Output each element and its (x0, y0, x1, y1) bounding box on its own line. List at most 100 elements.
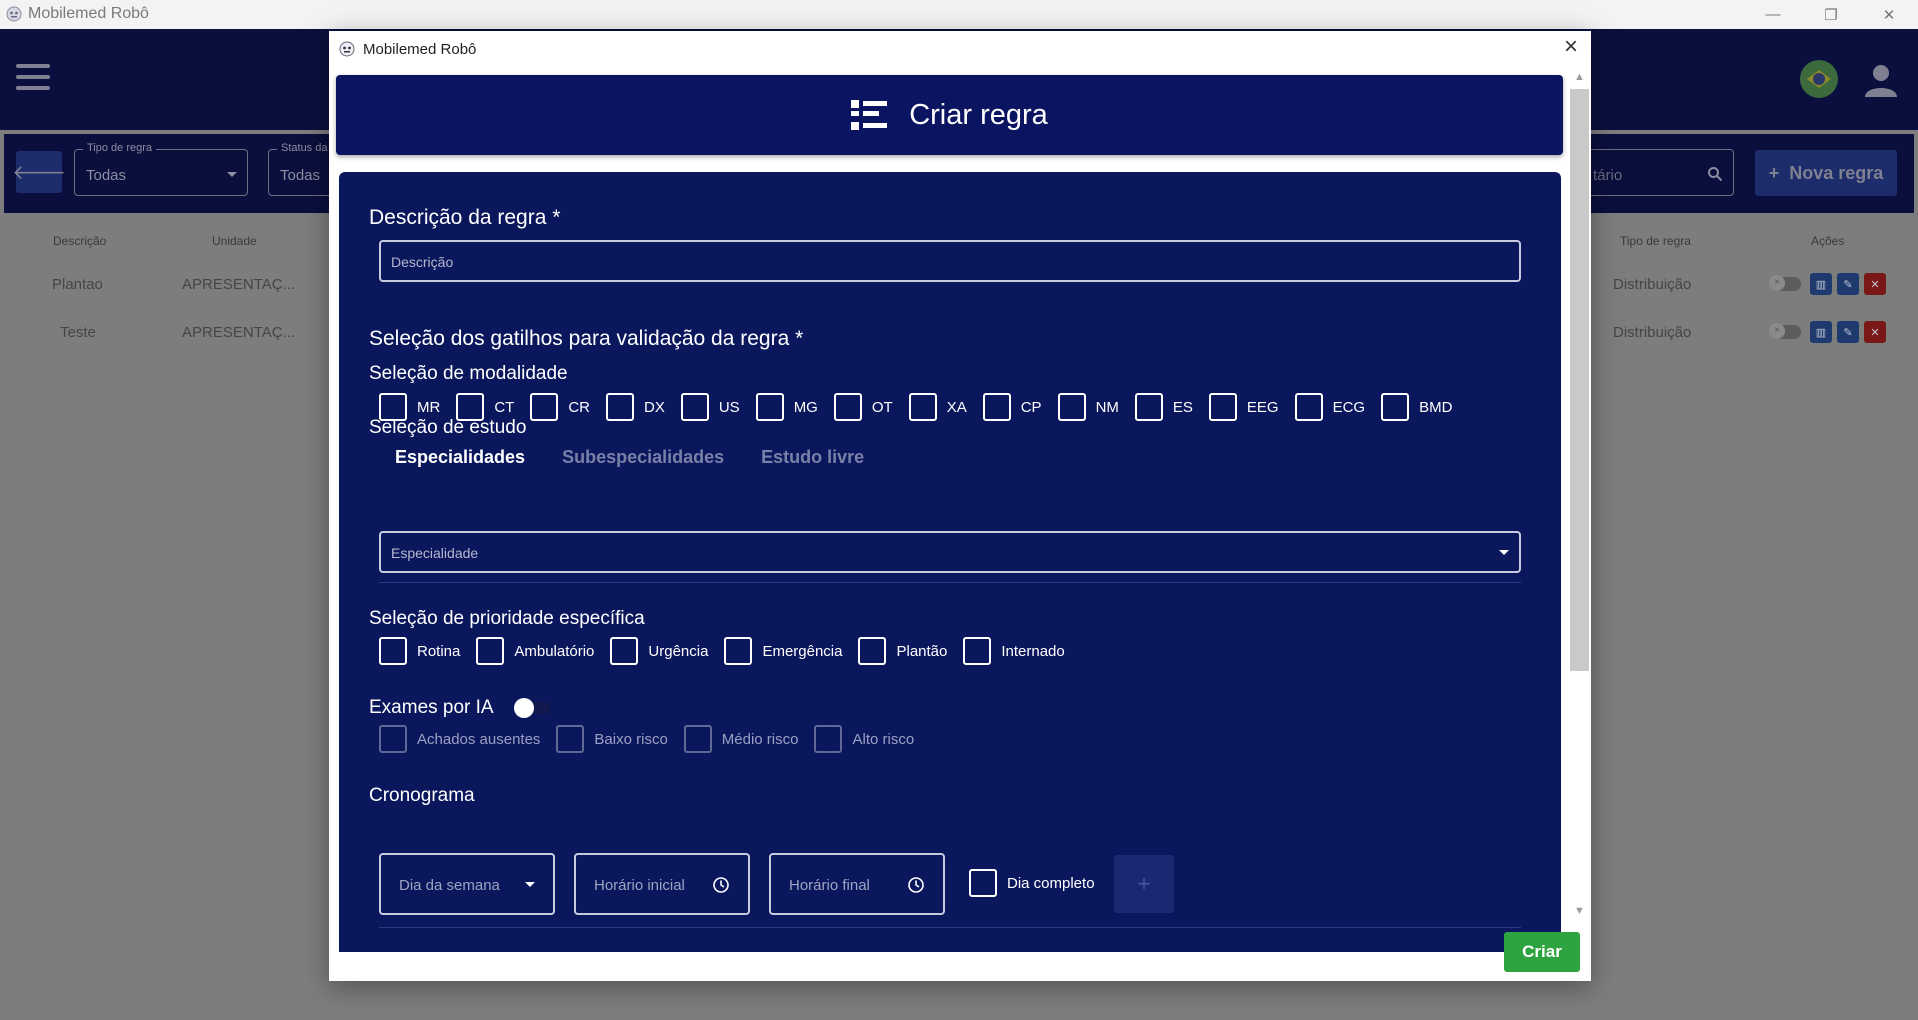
row-description: Teste (60, 324, 96, 341)
checkbox-label: ECG (1332, 398, 1366, 416)
checkbox-box[interactable] (982, 393, 1011, 421)
priority-checkbox[interactable]: Rotina (379, 637, 460, 665)
ia-checkbox[interactable]: Médio risco (683, 725, 798, 753)
active-toggle[interactable] (1769, 323, 1801, 339)
window-titlebar: Mobilemed Robô — ❐ ✕ (0, 0, 1918, 29)
checkbox-box[interactable] (1381, 393, 1410, 421)
full-day-checkbox[interactable]: Dia completo (969, 869, 1095, 897)
checkbox-label: OT (871, 398, 893, 416)
brazil-flag-icon[interactable] (1800, 60, 1838, 98)
checkbox-box[interactable] (683, 725, 712, 753)
dialog-titlebar: Mobilemed Robô × (329, 31, 1591, 67)
checkbox-box[interactable] (908, 393, 937, 421)
checkbox-box[interactable] (610, 637, 639, 665)
description-input[interactable]: Descrição (379, 240, 1521, 282)
modality-checkbox[interactable]: CR (530, 393, 590, 421)
checkbox-box[interactable] (606, 393, 634, 421)
triggers-title: Seleção dos gatilhos para validação da r… (369, 327, 804, 350)
checkbox-box[interactable] (724, 637, 753, 665)
priority-checkbox[interactable]: Ambulatório (476, 637, 594, 665)
checkbox-label: Rotina (417, 642, 461, 660)
checkbox-box[interactable] (556, 725, 585, 753)
modality-checkbox[interactable]: ES (1134, 393, 1193, 421)
modality-checkbox[interactable]: US (680, 393, 740, 421)
modality-checkbox[interactable]: ECG (1294, 393, 1366, 421)
checkbox-box[interactable] (476, 637, 505, 665)
rule-type-select[interactable]: Tipo de regra Todas (74, 142, 248, 196)
checkbox-box[interactable] (814, 725, 843, 753)
checkbox-box[interactable] (379, 725, 407, 753)
priority-checkbox[interactable]: Urgência (610, 637, 708, 665)
checkbox-box[interactable] (379, 637, 407, 665)
start-time-input[interactable]: Horário inicial (574, 853, 750, 915)
status-label: Status da (277, 142, 332, 154)
ia-checkbox[interactable]: Baixo risco (556, 725, 668, 753)
checkbox-box[interactable] (858, 637, 887, 665)
weekday-select[interactable]: Dia da semana (379, 853, 555, 915)
modality-checkbox[interactable]: MG (755, 393, 818, 421)
status-value: Todas (280, 167, 321, 184)
window-controls: — ❐ ✕ (1744, 0, 1918, 29)
ia-checkbox[interactable]: Alto risco (814, 725, 914, 753)
rule-list-icon (851, 100, 888, 130)
scroll-down-icon[interactable]: ▼ (1574, 905, 1585, 917)
priority-checkbox[interactable]: Internado (963, 637, 1065, 665)
modality-checkbox[interactable]: EEG (1208, 393, 1279, 421)
delete-icon[interactable]: ✕ (1864, 321, 1886, 343)
modality-checkbox[interactable]: BMD (1381, 393, 1452, 421)
tab-free-study[interactable]: Estudo livre (761, 447, 864, 468)
modality-checkbox[interactable]: NM (1057, 393, 1119, 421)
menu-icon[interactable] (16, 64, 50, 90)
scroll-up-icon[interactable]: ▲ (1574, 71, 1585, 83)
edit-icon[interactable]: ✎ (1837, 273, 1859, 295)
priority-checkbox[interactable]: Plantão (858, 637, 947, 665)
tab-subspecialties[interactable]: Subespecialidades (562, 447, 724, 468)
rule-type-label: Tipo de regra (83, 142, 157, 154)
checkbox-box[interactable] (833, 393, 862, 421)
unit-icon[interactable]: ▥ (1810, 273, 1832, 295)
checkbox-box[interactable] (963, 637, 992, 665)
active-toggle[interactable] (1769, 275, 1801, 291)
chevron-down-icon (525, 882, 535, 887)
priority-checkbox[interactable]: Emergência (724, 637, 842, 665)
tab-specialties[interactable]: Especialidades (395, 447, 525, 468)
edit-icon[interactable]: ✎ (1837, 321, 1859, 343)
window-close-button[interactable]: ✕ (1860, 0, 1918, 29)
checkbox-box[interactable] (755, 393, 784, 421)
checkbox-label: US (718, 398, 740, 416)
ia-toggle[interactable] (514, 698, 550, 718)
search-input[interactable]: tário (1584, 149, 1734, 196)
checkbox-label: Internado (1001, 642, 1065, 660)
ia-checkbox[interactable]: Achados ausentes (379, 725, 540, 753)
add-schedule-button[interactable]: + (1114, 855, 1174, 913)
ia-title: Exames por IA (369, 697, 494, 718)
modality-checkbox[interactable]: DX (606, 393, 665, 421)
modality-checkbox[interactable]: OT (833, 393, 893, 421)
new-rule-button[interactable]: + Nova regra (1755, 150, 1897, 196)
checkbox-box[interactable] (680, 393, 709, 421)
modality-checkbox[interactable]: XA (908, 393, 967, 421)
delete-icon[interactable]: ✕ (1864, 273, 1886, 295)
create-button[interactable]: Criar (1504, 932, 1580, 972)
priority-title: Seleção de prioridade específica (369, 608, 645, 629)
clock-icon (908, 877, 924, 893)
specialty-select[interactable]: Especialidade (379, 531, 1521, 573)
checkbox-box[interactable] (530, 393, 559, 421)
scrollbar-thumb[interactable] (1570, 89, 1589, 671)
modality-checkbox[interactable]: CP (982, 393, 1042, 421)
end-time-input[interactable]: Horário final (769, 853, 945, 915)
checkbox-box[interactable] (1057, 393, 1086, 421)
restore-button[interactable]: ❐ (1802, 0, 1860, 29)
unit-icon[interactable]: ▥ (1810, 321, 1832, 343)
dialog-header: Criar regra (336, 75, 1563, 155)
close-icon[interactable]: × (1559, 35, 1583, 60)
checkbox-box[interactable] (969, 869, 997, 897)
row-description: Plantao (52, 276, 103, 293)
user-icon[interactable] (1862, 61, 1900, 99)
checkbox-box[interactable] (1294, 393, 1323, 421)
minimize-button[interactable]: — (1744, 0, 1802, 29)
checkbox-box[interactable] (1134, 393, 1163, 421)
checkbox-label: Ambulatório (514, 642, 595, 660)
checkbox-box[interactable] (1208, 393, 1237, 421)
back-arrow-icon[interactable]: 🡐 (12, 151, 66, 193)
